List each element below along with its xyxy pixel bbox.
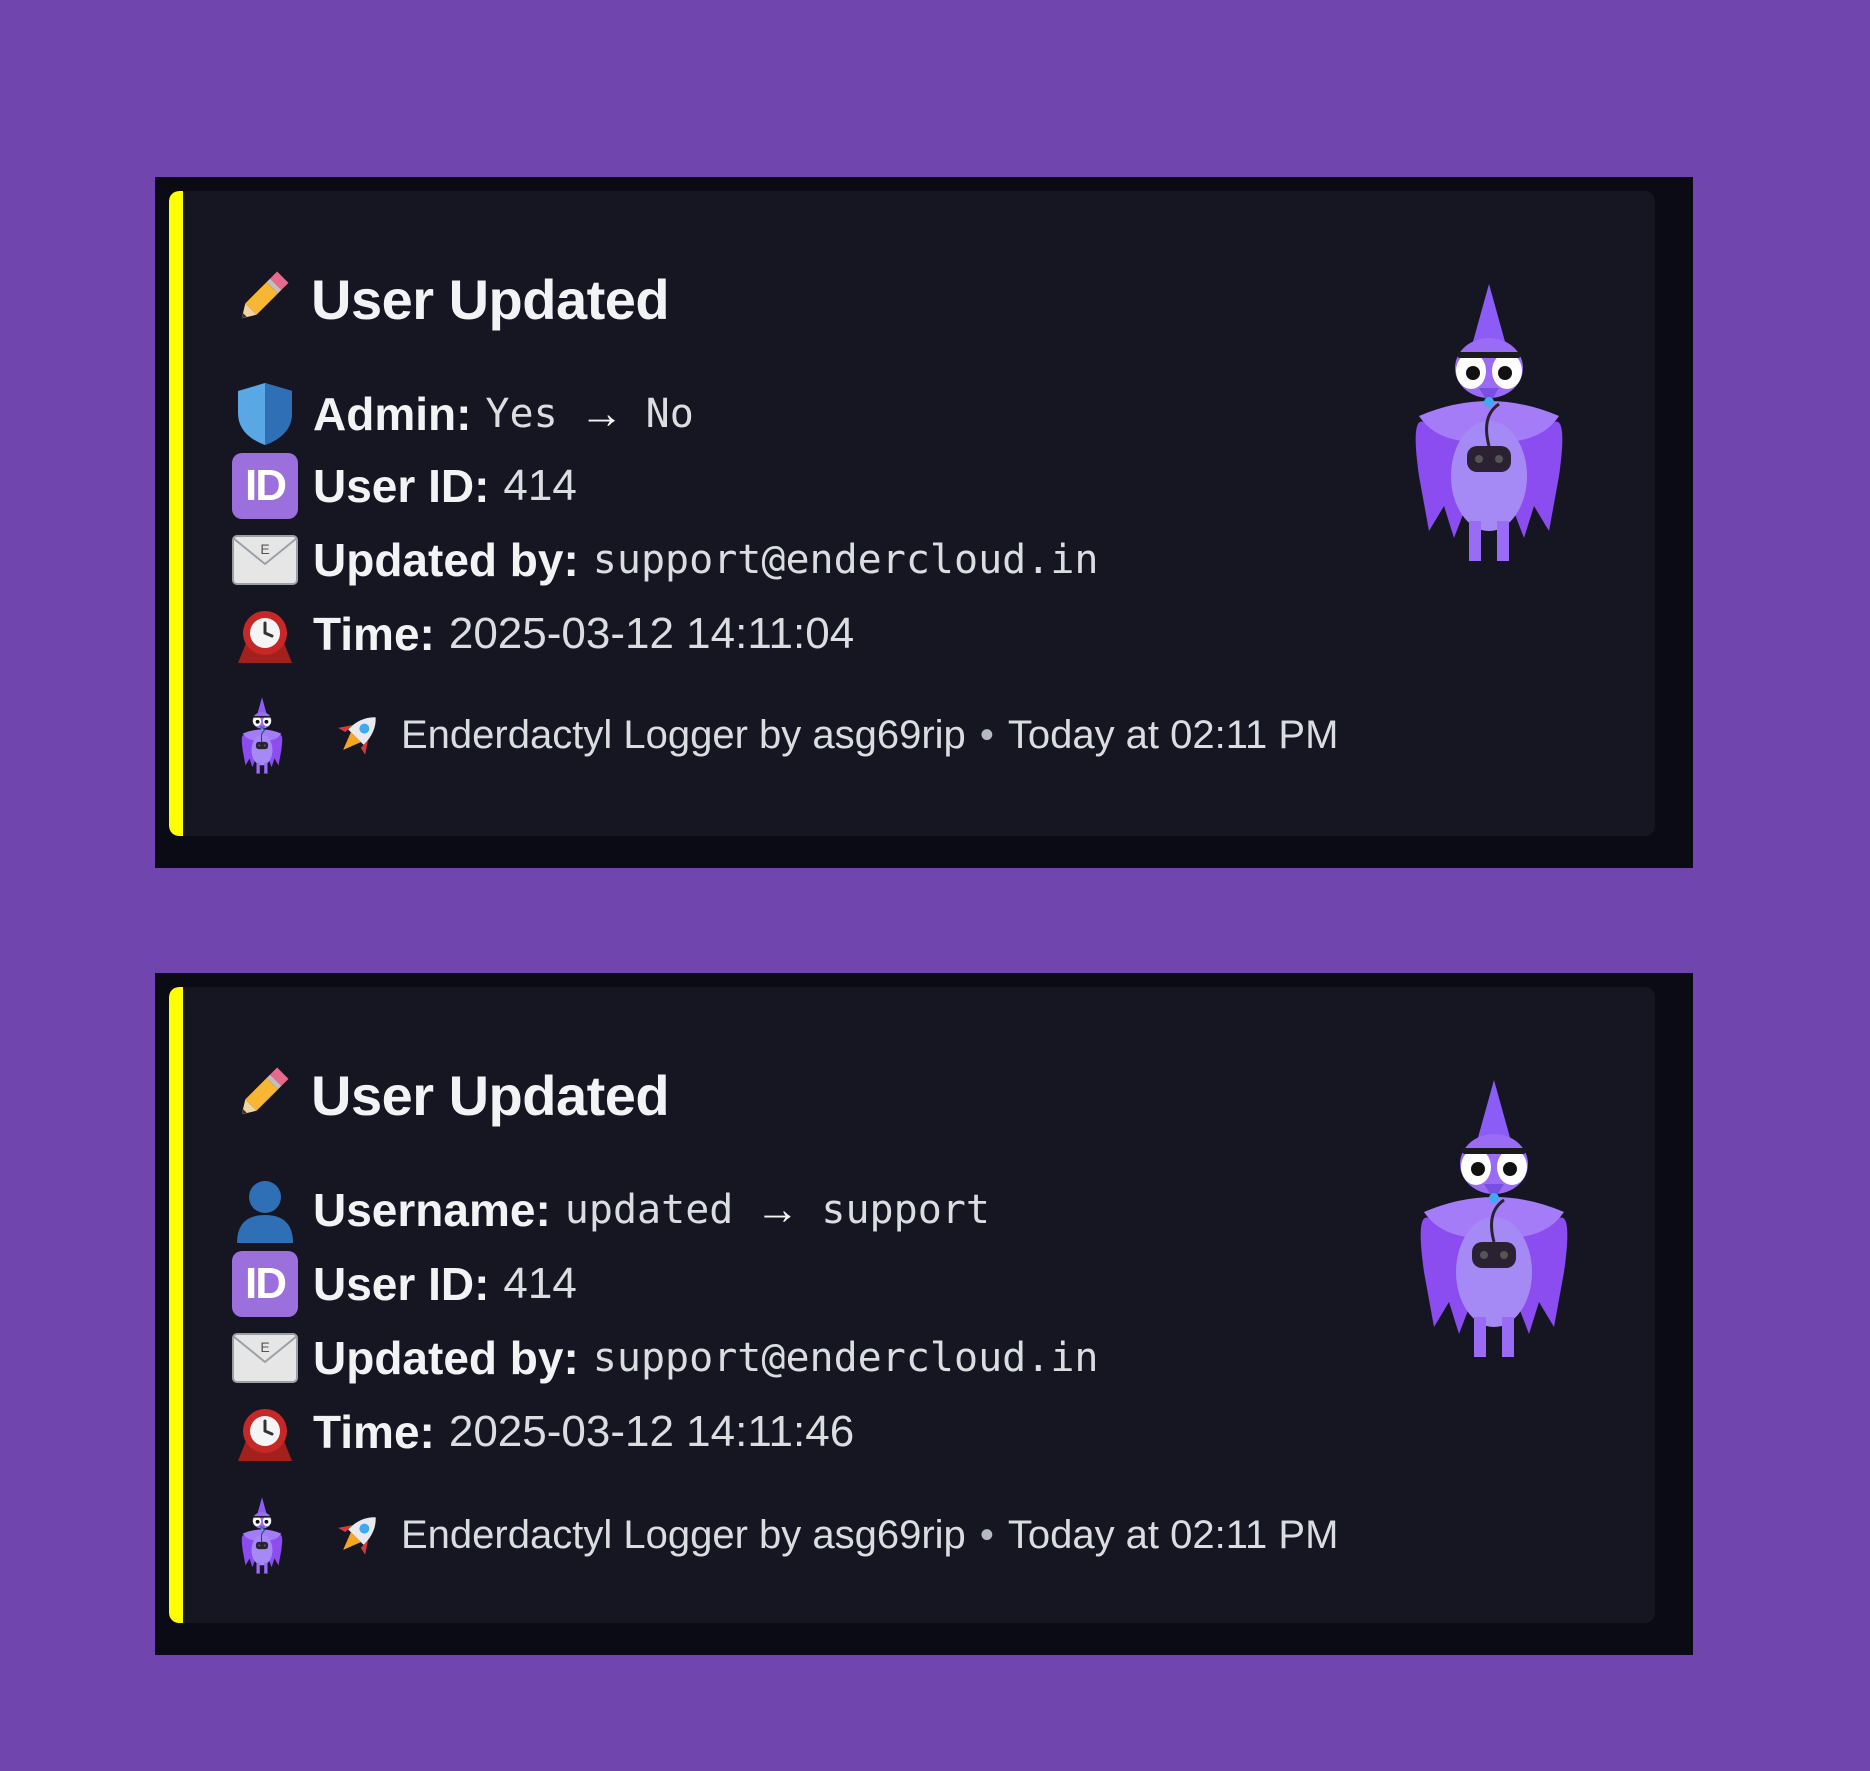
embed-title-row: User Updated <box>231 1055 670 1135</box>
pterodactyl-avatar-icon <box>231 1495 293 1575</box>
field-label: User ID: <box>313 460 490 512</box>
field-label: Time: <box>313 608 435 660</box>
embed-accent-bar <box>169 987 183 1623</box>
field-label: Updated by: <box>313 534 579 586</box>
field-label: Admin: <box>313 388 472 440</box>
field-old-value: updated <box>564 1187 734 1233</box>
alarm-clock-icon <box>231 600 299 668</box>
field-new-value: support <box>821 1187 990 1233</box>
embed-card-1: User Updated Admin: Yes → No ID User ID:… <box>169 191 1655 836</box>
footer-timestamp: Today at 02:11 PM <box>1007 1512 1339 1557</box>
user-silhouette-icon <box>231 1176 299 1244</box>
footer-separator: • <box>979 1512 994 1557</box>
field-label: Time: <box>313 1406 435 1458</box>
id-badge-icon: ID <box>231 452 299 520</box>
field-label: Username: <box>313 1184 551 1236</box>
embed-frame-1: User Updated Admin: Yes → No ID User ID:… <box>155 177 1693 868</box>
field-label: User ID: <box>313 1258 490 1310</box>
svg-text:E: E <box>260 541 269 557</box>
embed-title: User Updated <box>311 1063 670 1127</box>
field-new-value: No <box>645 391 694 437</box>
id-badge-icon: ID <box>231 1250 299 1318</box>
svg-text:E: E <box>260 1339 269 1355</box>
envelope-icon: E <box>231 526 299 594</box>
envelope-icon: E <box>231 1324 299 1392</box>
field-user-id: ID User ID: 414 <box>231 451 577 521</box>
shield-icon <box>231 380 299 448</box>
embed-frame-2: User Updated Username: updated → support… <box>155 973 1693 1655</box>
right-arrow-icon: → <box>579 389 624 438</box>
right-arrow-icon: → <box>755 1185 800 1234</box>
field-value: 414 <box>503 461 577 510</box>
field-username: Username: updated → support <box>231 1175 990 1245</box>
field-admin: Admin: Yes → No <box>231 379 694 449</box>
field-updated-by: E Updated by: support@endercloud.in <box>231 1323 1099 1393</box>
footer-separator: • <box>979 712 994 757</box>
field-label: Updated by: <box>313 1332 579 1384</box>
embed-card-2: User Updated Username: updated → support… <box>169 987 1655 1623</box>
pencil-icon <box>231 265 295 334</box>
rocket-icon <box>331 1508 385 1562</box>
pencil-icon <box>231 1061 295 1130</box>
field-value: 414 <box>503 1259 577 1308</box>
rocket-icon <box>331 708 385 762</box>
field-old-value: Yes <box>485 391 558 437</box>
embed-thumbnail-pterodactyl <box>1389 271 1589 571</box>
embed-accent-bar <box>169 191 183 836</box>
footer-text: Enderdactyl Logger by asg69rip <box>401 712 966 757</box>
field-time: Time: 2025-03-12 14:11:46 <box>231 1397 854 1467</box>
embed-title: User Updated <box>311 267 670 331</box>
field-value: support@endercloud.in <box>592 537 1099 583</box>
embed-footer: Enderdactyl Logger by asg69rip • Today a… <box>231 1495 1338 1575</box>
field-value: 2025-03-12 14:11:46 <box>448 1407 855 1456</box>
embed-thumbnail-pterodactyl <box>1394 1067 1594 1367</box>
field-user-id: ID User ID: 414 <box>231 1249 577 1319</box>
embed-title-row: User Updated <box>231 259 670 339</box>
field-updated-by: E Updated by: support@endercloud.in <box>231 525 1099 595</box>
pterodactyl-avatar-icon <box>231 695 293 775</box>
field-value: 2025-03-12 14:11:04 <box>448 609 855 658</box>
footer-timestamp: Today at 02:11 PM <box>1007 712 1339 757</box>
field-value: support@endercloud.in <box>592 1335 1099 1381</box>
alarm-clock-icon <box>231 1398 299 1466</box>
field-time: Time: 2025-03-12 14:11:04 <box>231 599 854 669</box>
embed-footer: Enderdactyl Logger by asg69rip • Today a… <box>231 695 1338 775</box>
footer-text: Enderdactyl Logger by asg69rip <box>401 1512 966 1557</box>
